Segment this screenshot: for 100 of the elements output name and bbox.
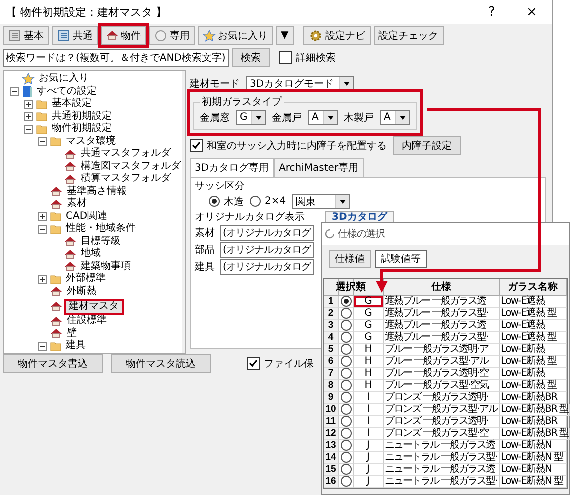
tree-item[interactable]: 物件初期設定 xyxy=(51,123,113,136)
catalog-field[interactable]: (オリジナルカタログ xyxy=(220,225,314,241)
collapse-toggle[interactable] xyxy=(10,87,19,96)
glass-dropdown[interactable]: A xyxy=(380,110,410,125)
row-number: 7 xyxy=(324,368,339,380)
tree-item[interactable]: 積算マスタフォルダ xyxy=(80,173,172,186)
radio-button[interactable] xyxy=(340,320,352,331)
toolbar-button[interactable]: 基本 xyxy=(3,26,49,45)
radio-button[interactable] xyxy=(340,428,352,439)
radio-button[interactable] xyxy=(250,196,261,207)
radio-button[interactable] xyxy=(340,404,352,415)
close-button[interactable]: × xyxy=(512,4,552,20)
tree-item[interactable]: 性能・地域条件 xyxy=(65,223,137,236)
tree-item[interactable]: 構造図マスタフォルダ xyxy=(80,160,182,173)
collapse-toggle[interactable] xyxy=(38,224,47,234)
folder-icon xyxy=(50,211,62,222)
folder-icon xyxy=(50,274,62,285)
search-button[interactable]: 検索 xyxy=(232,48,270,67)
table-cell: J xyxy=(354,464,384,476)
table-cell: ニュートラル 一般ガラス透 xyxy=(384,464,500,476)
table-cell: Low-E遮熱 型 xyxy=(500,308,567,320)
house-icon xyxy=(50,328,63,340)
table-cell: Low-E遮熱 xyxy=(500,320,567,332)
scrollbar[interactable] xyxy=(182,71,185,352)
column-header: ガラス名称 xyxy=(500,279,567,296)
radio-button[interactable] xyxy=(340,368,352,379)
tab[interactable]: 試験値等 xyxy=(375,250,427,268)
radio-button[interactable] xyxy=(340,332,352,343)
folder-icon xyxy=(36,124,48,135)
tree-item[interactable]: 地域 xyxy=(80,248,102,260)
tree-item[interactable]: 基準高さ情報 xyxy=(66,186,128,198)
tree-item[interactable]: 目標等級 xyxy=(80,236,122,248)
radio-button[interactable] xyxy=(209,196,220,207)
tree-item[interactable]: 外部標準 xyxy=(65,273,107,286)
radio-button[interactable] xyxy=(340,416,352,427)
expand-toggle[interactable] xyxy=(38,274,47,284)
toolbar-button[interactable]: 設定チェック xyxy=(374,26,444,45)
catalog-logo[interactable]: 3Dカタログ xyxy=(325,210,394,224)
tree-item[interactable]: 建築物事項 xyxy=(80,260,132,273)
collapse-toggle[interactable] xyxy=(38,137,47,146)
catalog-field[interactable]: (オリジナルカタログ xyxy=(220,242,314,258)
table-cell: ニュートラル 一般ガラス透 xyxy=(384,440,500,452)
region-dropdown[interactable]: 関東 xyxy=(292,194,350,209)
table-cell: J xyxy=(354,476,384,488)
radio-button[interactable] xyxy=(340,356,352,367)
radio-button[interactable] xyxy=(340,344,352,355)
checkbox[interactable] xyxy=(190,139,203,152)
glass-dropdown[interactable]: G xyxy=(236,110,266,125)
tree-item[interactable]: 外断熱 xyxy=(66,286,98,298)
catalog-field[interactable]: (オリジナルカタログ xyxy=(220,259,314,275)
table-cell: ブルー 一般ガラス型·アル xyxy=(384,356,500,368)
radio-button[interactable] xyxy=(340,452,352,463)
tree-item[interactable]: お気に入り xyxy=(38,73,90,86)
tab[interactable]: 3Dカタログ専用 xyxy=(190,158,274,177)
folder-icon xyxy=(50,224,62,235)
tree-item[interactable]: すべての設定 xyxy=(36,86,98,98)
tab[interactable]: ArchiMaster専用 xyxy=(274,158,364,177)
tree-item[interactable]: CAD関連 xyxy=(65,210,109,223)
checkbox-label: 和室のサッシ入力時に内障子を配置する xyxy=(207,140,387,152)
checkbox[interactable] xyxy=(247,357,260,370)
search-field[interactable]: 検索ワードは？(複数可。＆付きでAND検索文字) xyxy=(3,48,229,66)
field-label: 素材 xyxy=(195,226,216,240)
toolbar-button[interactable]: お気に入り xyxy=(198,26,273,45)
tree-item[interactable]: 共通マスタフォルダ xyxy=(80,148,172,160)
collapse-toggle[interactable] xyxy=(24,124,33,134)
tab[interactable]: 仕様値 xyxy=(329,250,371,268)
help-button[interactable]: ? xyxy=(472,4,512,20)
toolbar-button[interactable]: 専用 xyxy=(149,26,195,45)
toolbar-button[interactable]: ▼ xyxy=(276,26,294,45)
toolbar-button[interactable]: 物件 xyxy=(101,26,146,45)
tree-item[interactable]: マスタ環境 xyxy=(65,136,117,148)
expand-toggle[interactable] xyxy=(24,112,33,122)
expand-toggle[interactable] xyxy=(24,100,33,109)
radio-button[interactable] xyxy=(340,464,352,475)
tree-item[interactable]: 基本設定 xyxy=(51,98,93,110)
row-number: 14 xyxy=(324,452,339,464)
expand-toggle[interactable] xyxy=(38,212,47,222)
collapse-toggle[interactable] xyxy=(38,342,47,351)
checkbox[interactable] xyxy=(278,51,292,64)
tree-item[interactable]: 共通初期設定 xyxy=(51,110,113,123)
radio-button[interactable] xyxy=(340,392,352,403)
tree-item[interactable]: 建材マスタ xyxy=(66,300,122,312)
tree-item[interactable]: 建具 xyxy=(65,340,87,352)
toolbar-button[interactable]: 共通 xyxy=(52,26,98,45)
glass-dropdown[interactable]: A xyxy=(308,110,338,125)
tree-item[interactable]: 住設標準 xyxy=(66,315,108,328)
radio-button[interactable] xyxy=(340,308,352,319)
tree-item[interactable]: 壁 xyxy=(66,328,78,340)
action-button[interactable]: 物件マスタ書込 xyxy=(3,354,103,373)
settings-button[interactable]: 内障子設定 xyxy=(393,136,461,155)
radio-button[interactable] xyxy=(340,476,352,487)
radio-button[interactable] xyxy=(340,380,352,391)
tree-item[interactable]: 素材 xyxy=(66,198,88,210)
table-cell: G xyxy=(354,332,384,344)
action-button[interactable]: 物件マスタ読込 xyxy=(111,354,211,373)
toolbar-button[interactable]: 設定ナビ xyxy=(302,26,371,45)
row-number: 6 xyxy=(324,356,339,368)
radio-button[interactable] xyxy=(340,440,352,451)
radio-button[interactable] xyxy=(340,296,352,307)
table-cell: Low-E断熱BR 型 xyxy=(500,428,570,440)
